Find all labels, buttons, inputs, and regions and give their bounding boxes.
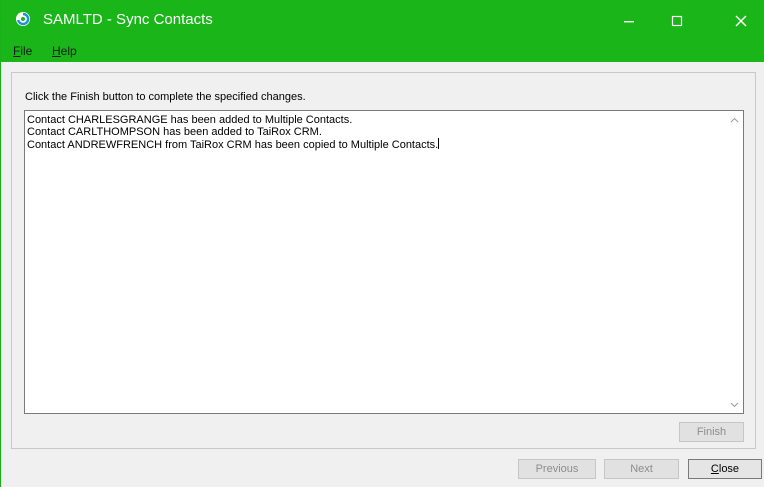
result-line-last: Contact ANDREWFRENCH from TaiRox CRM has…: [25, 138, 440, 151]
minimize-icon: [624, 21, 634, 23]
instruction-text: Click the Finish button to complete the …: [25, 91, 306, 103]
results-textarea[interactable]: Contact CHARLESGRANGE has been added to …: [24, 110, 744, 414]
previous-button[interactable]: Previous: [518, 459, 596, 479]
minimize-button[interactable]: [605, 0, 653, 42]
menu-help-mnemonic: H: [52, 44, 61, 58]
maximize-button[interactable]: [653, 0, 701, 42]
finish-button[interactable]: Finish: [679, 422, 744, 442]
close-icon: [735, 15, 747, 27]
scroll-up-button[interactable]: [726, 111, 743, 128]
title-bar[interactable]: SAMLTD - Sync Contacts: [1, 0, 764, 42]
next-button[interactable]: Next: [604, 459, 679, 479]
menu-file-label: ile: [20, 44, 33, 58]
menu-help[interactable]: Help: [52, 44, 77, 58]
sync-contacts-window: SAMLTD - Sync Contacts File Help Click t…: [0, 0, 764, 487]
result-line: Contact CARLTHOMPSON has been added to T…: [27, 126, 322, 138]
close-mnemonic: C: [710, 463, 719, 475]
menu-bar: File Help: [1, 42, 764, 62]
result-line-text: Contact ANDREWFRENCH from TaiRox CRM has…: [27, 139, 439, 151]
menu-file[interactable]: File: [13, 44, 32, 58]
scroll-down-button[interactable]: [726, 396, 743, 413]
app-sync-icon: [16, 12, 30, 26]
menu-help-label: elp: [60, 44, 77, 58]
close-button[interactable]: Close: [688, 459, 762, 479]
content-panel: Click the Finish button to complete the …: [11, 72, 756, 449]
maximize-icon: [671, 15, 683, 27]
result-line: Contact CHARLESGRANGE has been added to …: [27, 114, 353, 126]
results-lines: Contact CHARLESGRANGE has been added to …: [25, 114, 440, 151]
chevron-up-icon: [730, 117, 739, 122]
close-label: lose: [718, 463, 740, 475]
chevron-down-icon: [730, 402, 739, 407]
vertical-scrollbar[interactable]: [726, 111, 743, 413]
window-title: SAMLTD - Sync Contacts: [43, 11, 213, 28]
close-window-button[interactable]: [717, 0, 764, 42]
text-caret: [438, 138, 440, 149]
